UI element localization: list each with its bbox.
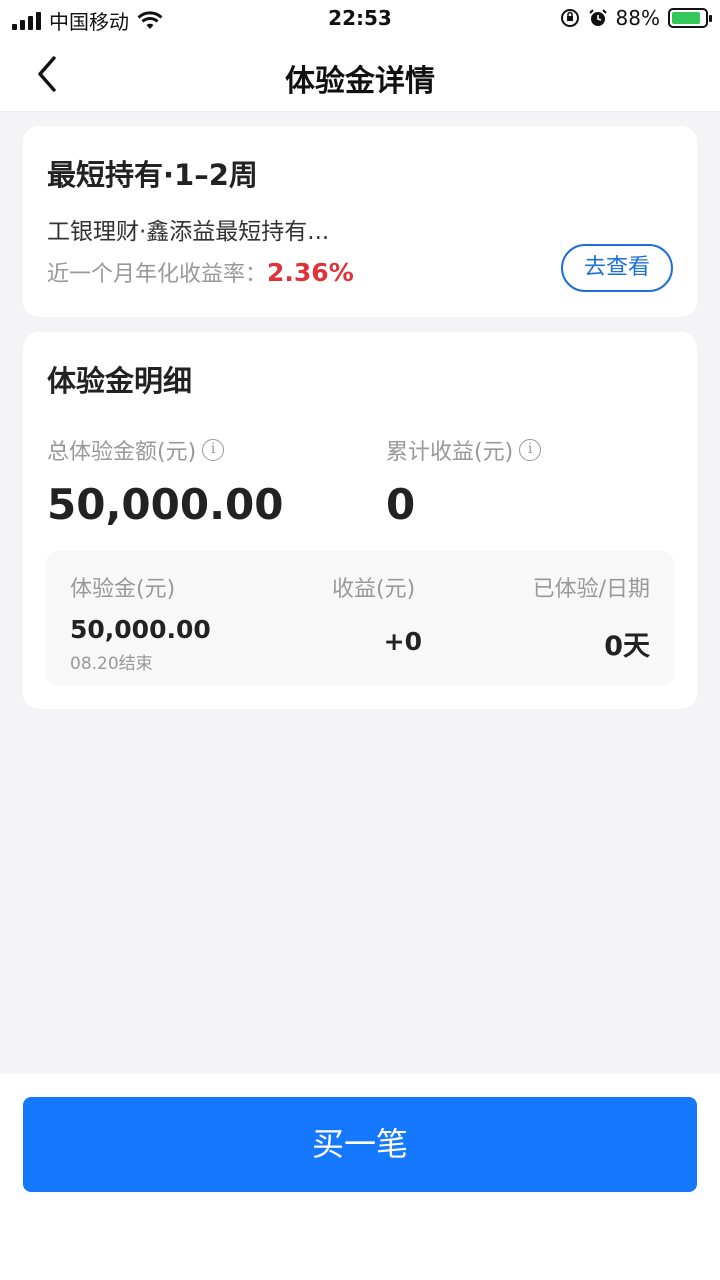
buy-button[interactable]: 买一笔: [23, 1097, 697, 1192]
view-product-button[interactable]: 去查看: [561, 244, 673, 292]
status-bar: 中国移动 22:53 88%: [0, 0, 720, 38]
experience-detail-table: 体验金(元) 收益(元) 已体验/日期 50,000.00 08.20结束 +0…: [46, 551, 674, 686]
product-title: 最短持有·1–2周: [47, 158, 258, 192]
nav-bar: 体验金详情: [0, 38, 720, 112]
info-icon[interactable]: i: [519, 439, 542, 461]
header-days-date: 已体验/日期: [532, 577, 650, 602]
bottom-bar: 买一笔: [0, 1074, 720, 1280]
battery-percent: 88%: [615, 6, 660, 30]
row-days: 0天: [604, 631, 650, 662]
rate-value: 2.36%: [267, 258, 354, 287]
status-right: 88%: [560, 6, 712, 30]
cumulative-income-value: 0: [386, 480, 416, 529]
detail-title: 体验金明细: [47, 364, 193, 398]
row-end-date: 08.20结束: [70, 654, 153, 674]
battery-icon: [668, 8, 712, 28]
header-amount: 体验金(元): [70, 577, 176, 602]
header-income: 收益(元): [332, 577, 416, 602]
total-amount-label-text: 总体验金额(元): [47, 440, 197, 465]
cumulative-income-label: 累计收益(元) i: [386, 434, 542, 466]
rate-label: 近一个月年化收益率：: [47, 262, 268, 287]
product-card: 最短持有·1–2周 工银理财·鑫添益最短持有... 近一个月年化收益率：2.36…: [23, 126, 697, 317]
row-amount: 50,000.00: [70, 615, 211, 644]
detail-card: 体验金明细 总体验金额(元) i 50,000.00 累计收益(元) i 0 体…: [23, 332, 697, 709]
info-icon[interactable]: i: [202, 439, 225, 461]
orientation-lock-icon: [560, 9, 579, 27]
cumulative-income-label-text: 累计收益(元): [386, 440, 514, 465]
product-rate: 近一个月年化收益率：2.36%: [47, 256, 354, 288]
alarm-icon: [588, 9, 607, 26]
total-amount-value: 50,000.00: [47, 480, 284, 529]
page-title: 体验金详情: [285, 64, 435, 99]
total-amount-label: 总体验金额(元) i: [47, 434, 225, 466]
row-income: +0: [383, 627, 422, 656]
product-name: 工银理财·鑫添益最短持有...: [47, 219, 330, 245]
